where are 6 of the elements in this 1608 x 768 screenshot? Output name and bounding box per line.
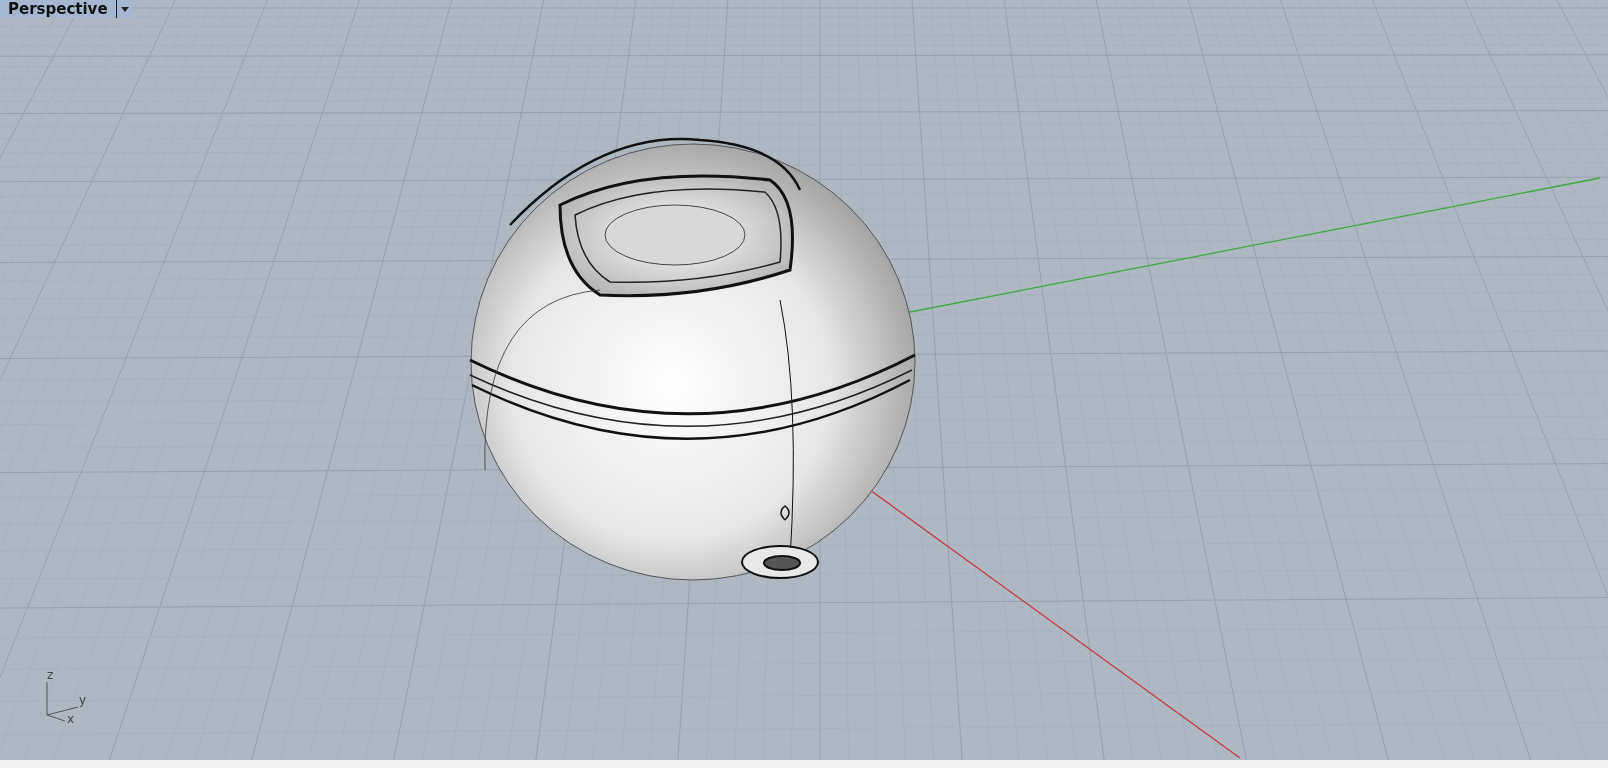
axis-label: y <box>79 694 87 706</box>
axis-gizmo-icon <box>45 682 79 722</box>
axis-label: z <box>47 669 54 681</box>
viewport-menu-button[interactable] <box>115 0 129 18</box>
axis-label: x <box>67 713 75 725</box>
caret-icon <box>120 6 129 12</box>
